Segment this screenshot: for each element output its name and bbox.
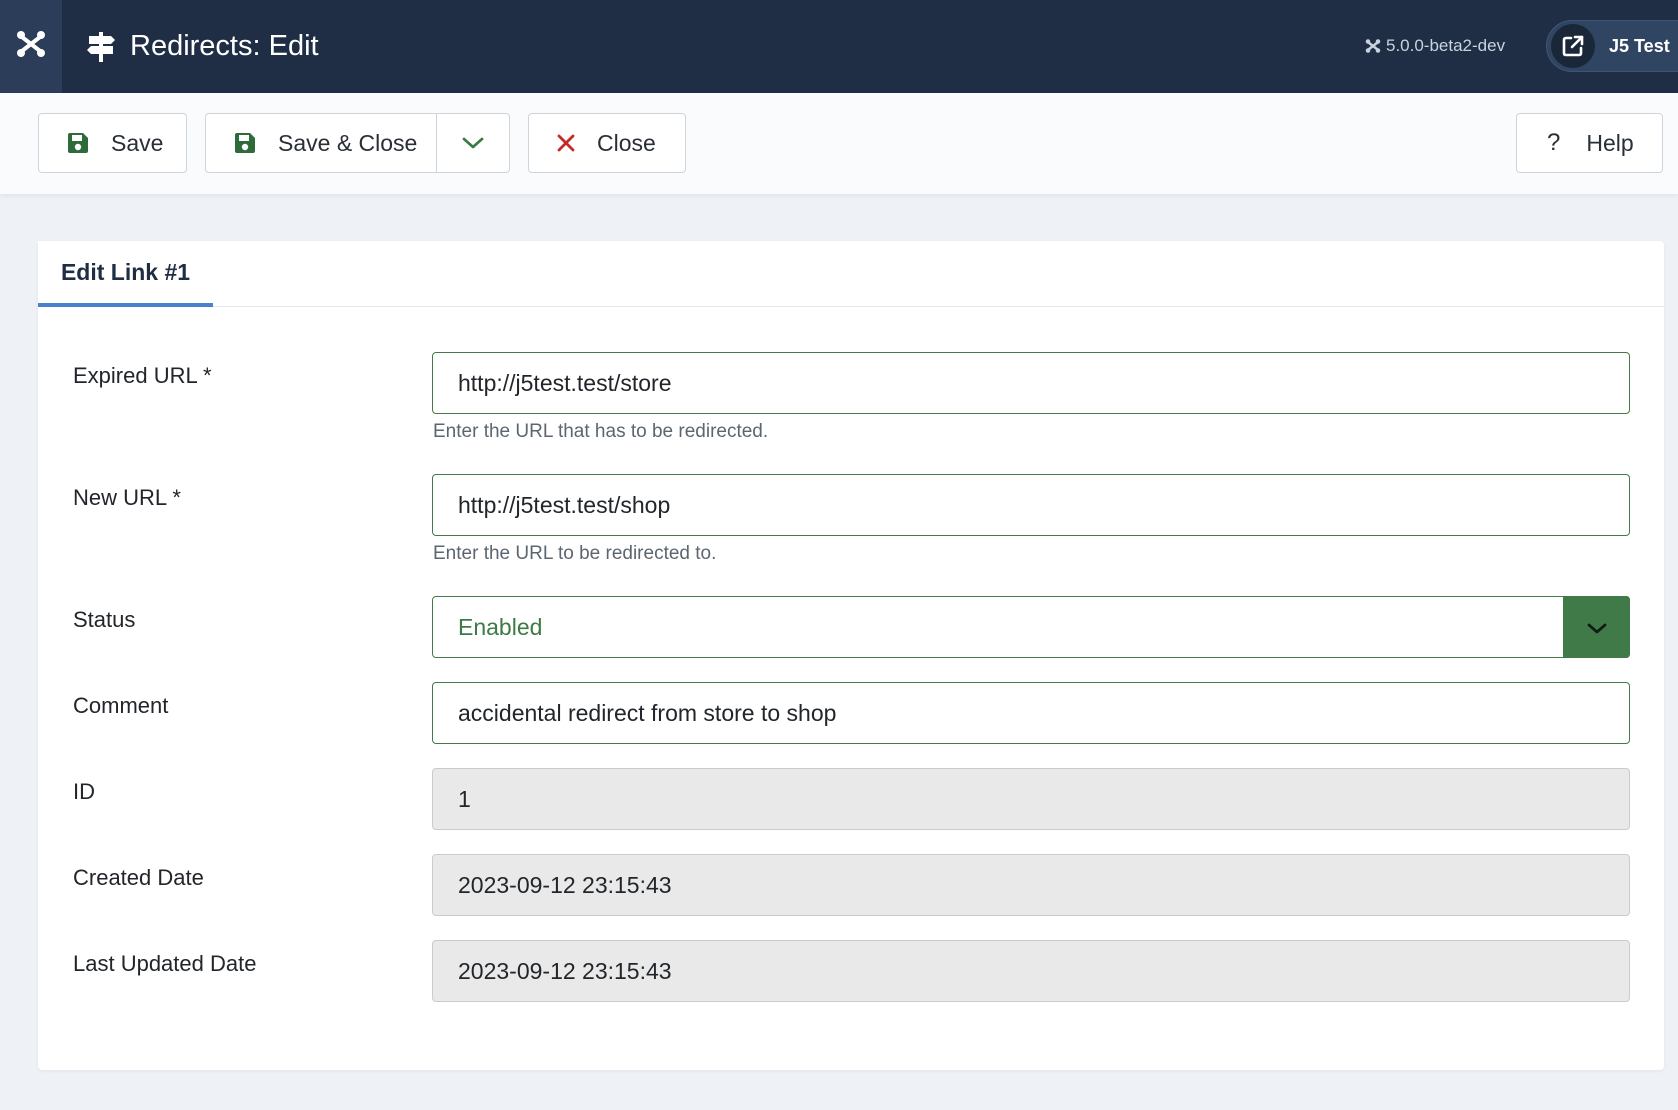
joomla-logo-icon <box>15 28 47 65</box>
version-info: 5.0.0-beta2-dev <box>1365 30 1505 62</box>
edit-form-card: Edit Link #1 Expired URL * http://j5test… <box>38 241 1664 1070</box>
help-label: Help <box>1586 129 1634 156</box>
close-x-icon <box>557 134 575 152</box>
new-url-input[interactable]: http://j5test.test/shop <box>432 474 1630 536</box>
created-date-value: 2023-09-12 23:15:43 <box>458 871 672 898</box>
site-name-label: J5 Test <box>1609 35 1670 56</box>
id-field: 1 <box>432 768 1630 830</box>
save-button[interactable]: Save <box>38 113 187 173</box>
created-date-field: 2023-09-12 23:15:43 <box>432 854 1630 916</box>
expired-url-value: http://j5test.test/store <box>458 369 672 396</box>
save-options-dropdown-button[interactable] <box>436 113 510 173</box>
status-select[interactable]: Enabled <box>432 596 1630 658</box>
joomla-logo[interactable] <box>0 0 62 93</box>
save-close-button[interactable]: Save & Close <box>205 113 437 173</box>
new-url-label: New URL * <box>73 485 181 510</box>
close-button[interactable]: Close <box>528 113 686 173</box>
view-site-button[interactable]: J5 Test <box>1546 20 1678 72</box>
save-label: Save <box>111 129 164 156</box>
toolbar: Save Save & Close Close ? Help <box>0 93 1678 194</box>
tab-edit-link[interactable]: Edit Link #1 <box>38 241 213 307</box>
status-value: Enabled <box>458 613 543 640</box>
new-url-value: http://j5test.test/shop <box>458 491 671 518</box>
last-updated-date-field: 2023-09-12 23:15:43 <box>432 940 1630 1002</box>
expired-url-help: Enter the URL that has to be redirected. <box>433 421 769 442</box>
question-icon: ? <box>1547 129 1561 156</box>
expired-url-input[interactable]: http://j5test.test/store <box>432 352 1630 414</box>
version-text: 5.0.0-beta2-dev <box>1386 36 1506 55</box>
save-close-label: Save & Close <box>278 129 418 156</box>
comment-value: accidental redirect from store to shop <box>458 699 837 726</box>
chevron-down-icon <box>1586 614 1608 641</box>
status-label: Status <box>73 607 136 632</box>
help-button[interactable]: ? Help <box>1516 113 1663 173</box>
close-label: Close <box>597 129 656 156</box>
save-disk-icon <box>67 132 89 154</box>
signpost-icon <box>86 31 116 63</box>
external-link-icon <box>1551 24 1595 68</box>
joomla-small-icon <box>1365 38 1381 54</box>
chevron-down-icon <box>461 136 485 150</box>
created-date-label: Created Date <box>73 865 204 890</box>
last-updated-date-label: Last Updated Date <box>73 951 257 976</box>
comment-input[interactable]: accidental redirect from store to shop <box>432 682 1630 744</box>
id-value: 1 <box>458 785 471 812</box>
page-title: Redirects: Edit <box>86 30 319 63</box>
expired-url-label: Expired URL * <box>73 363 212 388</box>
id-label: ID <box>73 779 95 804</box>
save-disk-icon <box>234 132 256 154</box>
page-title-text: Redirects: Edit <box>130 30 319 62</box>
new-url-help: Enter the URL to be redirected to. <box>433 543 717 564</box>
comment-label: Comment <box>73 693 169 718</box>
status-dropdown-toggle[interactable] <box>1563 596 1630 658</box>
last-updated-date-value: 2023-09-12 23:15:43 <box>458 957 672 984</box>
top-header: Redirects: Edit 5.0.0-beta2-dev J5 Test <box>0 0 1678 93</box>
tab-bar: Edit Link #1 <box>38 241 1664 307</box>
